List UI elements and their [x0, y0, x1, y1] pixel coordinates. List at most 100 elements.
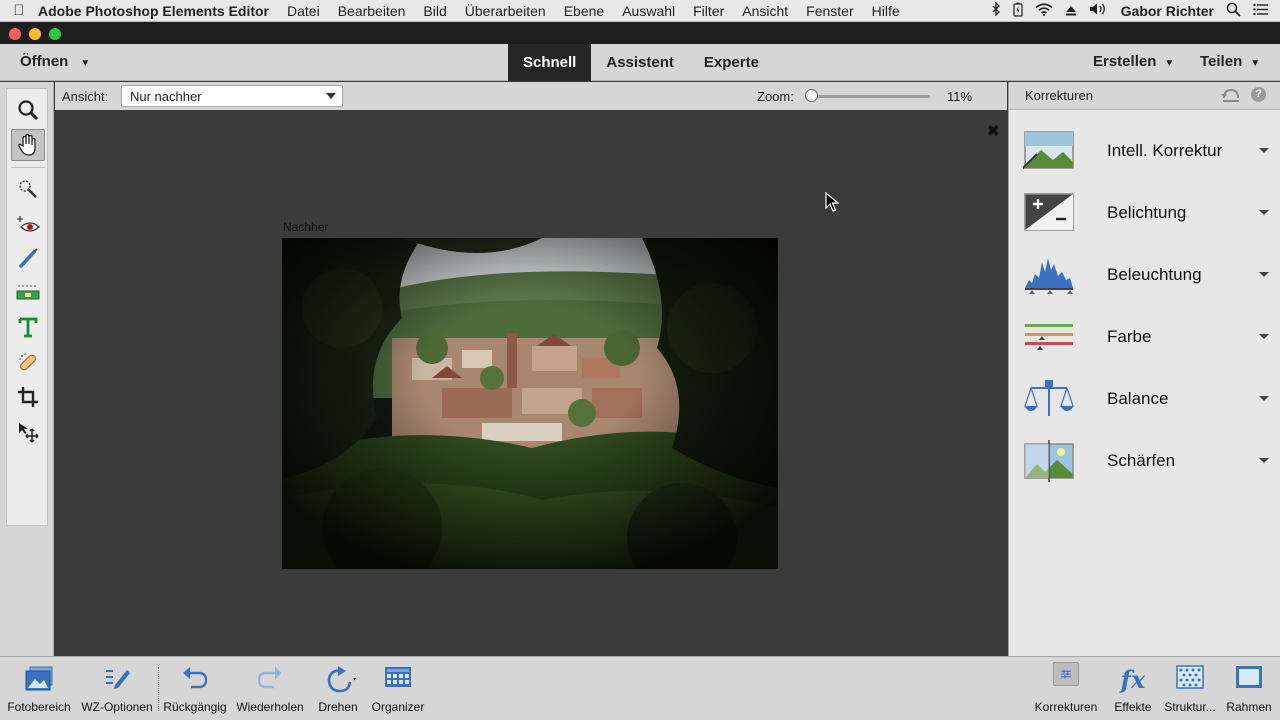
- tool-options-label: WZ-Optionen: [81, 700, 153, 714]
- user-menu[interactable]: Gabor Richter: [1121, 3, 1214, 19]
- correction-sharpen[interactable]: Schärfen: [1009, 430, 1280, 492]
- organizer-label: Organizer: [371, 700, 425, 714]
- tab-experte[interactable]: Experte: [689, 44, 774, 81]
- volume-icon[interactable]: [1089, 2, 1109, 19]
- adjustments-label: Korrekturen: [1034, 700, 1098, 714]
- menu-fenster[interactable]: Fenster: [806, 3, 853, 19]
- undo-label: Rückgängig: [163, 700, 227, 714]
- type-icon: [18, 317, 38, 338]
- whiten-teeth-tool[interactable]: [11, 242, 45, 274]
- adjustments-panel-button[interactable]: Korrekturen: [1030, 657, 1102, 720]
- battery-icon[interactable]: [1013, 2, 1023, 20]
- hand-icon: [18, 133, 36, 156]
- expand-icon: [1259, 458, 1269, 463]
- undo-icon: [183, 667, 208, 689]
- toolbox: [0, 82, 54, 656]
- tool-options-button[interactable]: WZ-Optionen: [76, 657, 158, 720]
- open-dropdown-icon: ▼: [80, 58, 91, 69]
- organizer-icon: [385, 667, 411, 687]
- eject-icon[interactable]: [1065, 3, 1077, 19]
- textures-label: Struktur...: [1164, 700, 1216, 714]
- balance-icon: [1024, 380, 1074, 416]
- straighten-icon: [16, 285, 40, 300]
- close-image-icon[interactable]: ✖: [987, 122, 1000, 140]
- help-icon[interactable]: ?: [1251, 87, 1266, 102]
- rotate-button[interactable]: Drehen: [310, 657, 366, 720]
- correction-color[interactable]: Farbe: [1009, 306, 1280, 368]
- share-button[interactable]: Teilen ▼: [1200, 53, 1260, 70]
- view-label: Ansicht:: [62, 89, 109, 104]
- hand-tool[interactable]: [11, 129, 45, 161]
- correction-label: Belichtung: [1107, 203, 1187, 222]
- tool-options-bar: Ansicht: Nur nachher Zoom: 11%: [55, 82, 1007, 110]
- menu-bild[interactable]: Bild: [423, 3, 446, 19]
- menu-hilfe[interactable]: Hilfe: [872, 3, 900, 19]
- zoom-slider-thumb[interactable]: [805, 89, 818, 102]
- reset-icon[interactable]: [1221, 87, 1241, 103]
- straighten-tool[interactable]: [11, 276, 45, 308]
- zoom-label: Zoom:: [757, 89, 794, 104]
- correction-label: Farbe: [1107, 327, 1152, 346]
- spotlight-search-icon[interactable]: [1226, 2, 1241, 20]
- expand-icon: [1259, 272, 1269, 277]
- red-eye-tool[interactable]: [11, 208, 45, 240]
- photo-image[interactable]: [282, 238, 778, 569]
- menu-bearbeiten[interactable]: Bearbeiten: [338, 3, 406, 19]
- quick-selection-icon: [19, 180, 37, 198]
- redo-icon: [257, 667, 282, 689]
- correction-balance[interactable]: Balance: [1009, 368, 1280, 430]
- correction-label: Balance: [1107, 389, 1169, 408]
- menu-ebene[interactable]: Ebene: [564, 3, 604, 19]
- view-dropdown-value: Nur nachher: [130, 89, 202, 104]
- photo-bin-button[interactable]: Fotobereich: [4, 657, 74, 720]
- view-dropdown[interactable]: Nur nachher: [121, 85, 343, 107]
- apple-menu-icon[interactable]: : [0, 2, 38, 19]
- correction-smart-fix[interactable]: Intell. Korrektur: [1009, 120, 1280, 182]
- tab-assistent[interactable]: Assistent: [591, 44, 689, 81]
- close-window-button[interactable]: [9, 28, 21, 40]
- tab-schnell[interactable]: Schnell: [508, 44, 592, 81]
- correction-label: Schärfen: [1107, 451, 1176, 470]
- rotate-icon: [327, 666, 356, 693]
- correction-label: Intell. Korrektur: [1107, 141, 1223, 160]
- menu-ueberarbeiten[interactable]: Überarbeiten: [465, 3, 546, 19]
- create-button[interactable]: Erstellen ▼: [1093, 53, 1174, 70]
- correction-exposure[interactable]: Belichtung: [1009, 182, 1280, 244]
- color-icon: [1025, 324, 1073, 350]
- zoom-slider-track[interactable]: [808, 95, 930, 98]
- textures-button[interactable]: Struktur...: [1160, 657, 1220, 720]
- mouse-cursor-icon: [825, 192, 839, 212]
- redo-button[interactable]: Wiederholen: [233, 657, 307, 720]
- effects-button[interactable]: fx Effekte: [1110, 657, 1156, 720]
- undo-button[interactable]: Rückgängig: [160, 657, 230, 720]
- zoom-tool[interactable]: [11, 94, 45, 126]
- menu-datei[interactable]: Datei: [287, 3, 320, 19]
- bluetooth-icon[interactable]: [991, 1, 1001, 19]
- correction-lighting[interactable]: Beleuchtung: [1009, 244, 1280, 306]
- move-tool[interactable]: [11, 416, 45, 448]
- frames-button[interactable]: Rahmen: [1222, 657, 1276, 720]
- wifi-icon[interactable]: [1035, 2, 1053, 19]
- zoom-window-button[interactable]: [49, 28, 61, 40]
- effects-label: Effekte: [1114, 700, 1152, 714]
- bandage-icon: [19, 353, 36, 371]
- menu-auswahl[interactable]: Auswahl: [622, 3, 675, 19]
- window-titlebar: [0, 22, 1280, 44]
- canvas-area[interactable]: ✖ Nachher: [55, 110, 1007, 656]
- spot-healing-tool[interactable]: [11, 346, 45, 378]
- minimize-window-button[interactable]: [29, 28, 41, 40]
- after-view-label: Nachher: [283, 220, 329, 234]
- menu-filter[interactable]: Filter: [693, 3, 724, 19]
- exposure-icon: [1024, 193, 1074, 231]
- texture-icon: [1176, 665, 1204, 689]
- organizer-button[interactable]: Organizer: [368, 657, 428, 720]
- adjustments-panel: Korrekturen ? Intell. Korrektur Belichtu…: [1008, 82, 1280, 656]
- type-tool[interactable]: [11, 311, 45, 343]
- rotate-label: Drehen: [318, 700, 358, 714]
- open-button[interactable]: Öffnen ▼: [20, 53, 90, 70]
- quick-selection-tool[interactable]: [11, 173, 45, 205]
- app-name-menu[interactable]: Adobe Photoshop Elements Editor: [38, 3, 269, 19]
- crop-tool[interactable]: [11, 381, 45, 413]
- notification-center-icon[interactable]: [1253, 3, 1268, 19]
- menu-ansicht[interactable]: Ansicht: [742, 3, 788, 19]
